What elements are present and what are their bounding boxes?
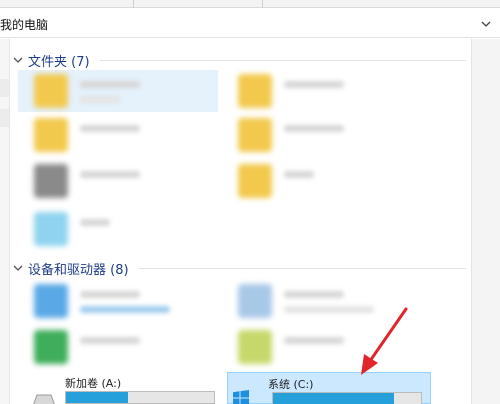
folder-icon xyxy=(238,118,272,152)
drive-usage-fill xyxy=(273,393,395,404)
ribbon-separator xyxy=(133,0,134,8)
navigation-pane[interactable] xyxy=(0,39,10,404)
blurred-label xyxy=(80,96,120,103)
folder-item[interactable] xyxy=(18,160,218,202)
folder-icon xyxy=(34,74,68,108)
drive-icon xyxy=(238,284,272,318)
section-header-devices[interactable]: 设备和驱动器 (8) xyxy=(12,258,129,278)
address-bar[interactable]: 我的电脑 xyxy=(0,10,500,38)
drive-usage-fill xyxy=(66,392,129,403)
drive-label: 系统 (C:) xyxy=(268,378,314,391)
blurred-label xyxy=(80,81,140,88)
blurred-label xyxy=(80,337,140,344)
section-header-folders[interactable]: 文件夹 (7) xyxy=(12,50,90,70)
blurred-label xyxy=(80,291,140,298)
folder-item[interactable] xyxy=(222,114,422,156)
drive-item[interactable] xyxy=(18,280,218,322)
section-divider xyxy=(138,268,466,269)
folder-item[interactable] xyxy=(18,208,218,250)
blurred-label xyxy=(80,171,140,178)
folder-item[interactable] xyxy=(222,70,422,112)
folder-item[interactable] xyxy=(18,70,218,112)
blurred-usage-bar xyxy=(80,306,170,313)
drive-label: 新加卷 (A:) xyxy=(65,377,122,390)
hard-drive-icon xyxy=(33,394,55,404)
drive-icon xyxy=(238,330,272,364)
drive-icon xyxy=(34,330,68,364)
blurred-label xyxy=(284,337,344,344)
blurred-label xyxy=(284,171,314,178)
section-title: 文件夹 (7) xyxy=(28,54,90,70)
folder-icon xyxy=(238,74,272,108)
blurred-label xyxy=(80,125,140,132)
drive-usage-bar xyxy=(65,391,215,404)
ribbon-tab-strip xyxy=(0,0,500,8)
nav-item[interactable] xyxy=(0,79,9,97)
red-arrow-icon xyxy=(361,307,408,375)
drive-item[interactable] xyxy=(18,326,218,368)
chevron-down-icon[interactable] xyxy=(12,54,24,66)
section-divider xyxy=(100,60,466,61)
folder-item[interactable] xyxy=(222,160,422,202)
folder-item[interactable] xyxy=(18,114,218,156)
chevron-down-icon[interactable] xyxy=(12,262,24,274)
nav-item[interactable] xyxy=(0,109,9,127)
folder-icon xyxy=(238,164,272,198)
section-title: 设备和驱动器 (8) xyxy=(28,262,129,278)
drive-item-a[interactable]: 新加卷 (A:) xyxy=(25,372,220,404)
drive-usage-bar xyxy=(272,392,422,404)
address-path: 我的电脑 xyxy=(0,18,49,32)
folder-icon xyxy=(34,212,68,246)
blurred-label xyxy=(80,219,110,226)
vertical-scrollbar[interactable] xyxy=(471,39,500,404)
blurred-label xyxy=(284,291,344,298)
blurred-label xyxy=(284,81,344,88)
ribbon-separator xyxy=(262,0,263,8)
chevron-down-icon[interactable] xyxy=(480,18,492,30)
drive-icon xyxy=(34,284,68,318)
folder-icon xyxy=(34,118,68,152)
blurred-label xyxy=(284,125,344,132)
windows-logo-icon xyxy=(233,390,249,404)
folder-icon xyxy=(34,164,68,198)
